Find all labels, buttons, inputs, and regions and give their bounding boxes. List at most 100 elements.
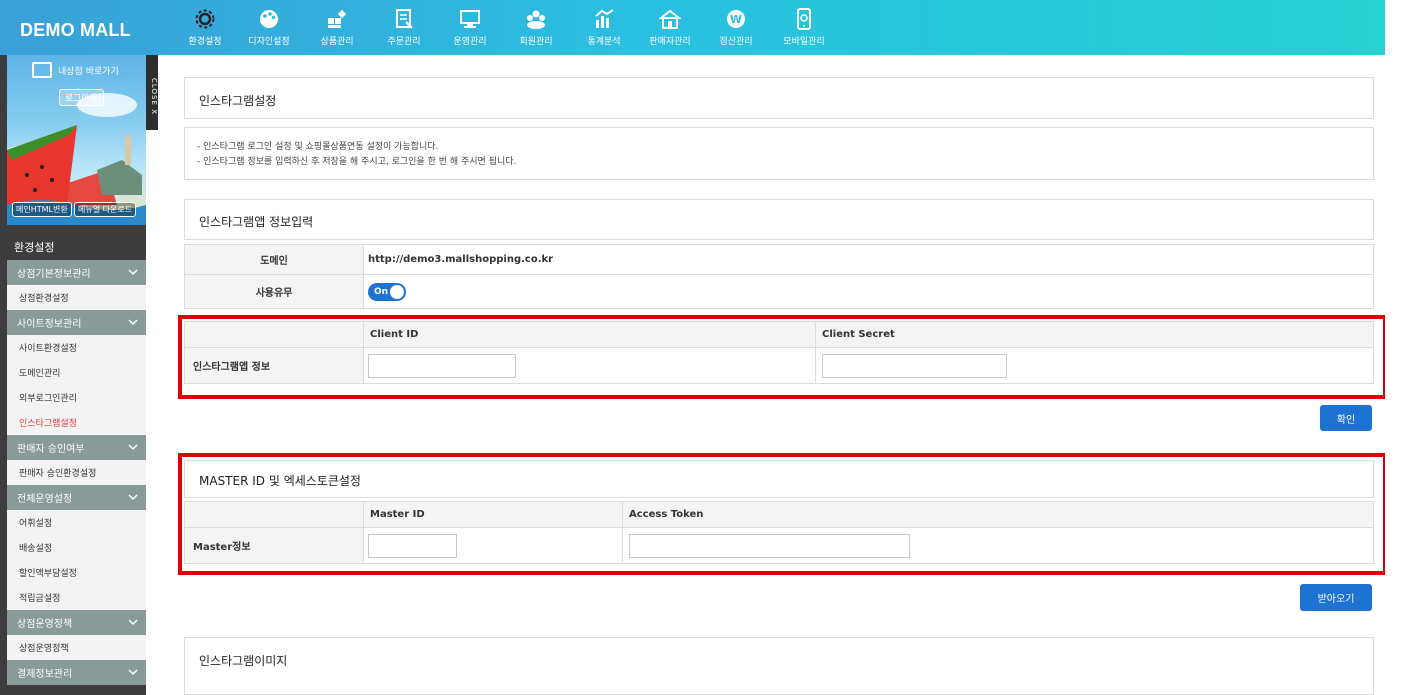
summer-illustration xyxy=(7,93,146,225)
nav-item[interactable]: 주문관리 xyxy=(372,8,436,47)
nav-item-label: 판매자관리 xyxy=(649,37,691,47)
chevron-down-icon xyxy=(128,319,138,326)
monitor-icon xyxy=(460,10,480,28)
sidebar-menu-item[interactable]: 도메인관리 xyxy=(7,360,146,385)
menu-label: 배송설정 xyxy=(19,544,53,554)
section-title: 인스타그램앱 정보입력 xyxy=(199,215,314,229)
sidebar-close-tab[interactable]: CLOSE X xyxy=(146,55,158,130)
domain-value: http://demo3.mallshopping.co.kr xyxy=(363,244,1374,275)
page-title-box: 인스타그램설정 xyxy=(184,77,1374,119)
nav-item[interactable]: 상품관리 xyxy=(305,8,369,47)
notice-line: - 인스타그램 로그인 설정 및 쇼핑몰상품연동 설정이 가능합니다. xyxy=(197,142,439,152)
menu-label: 사이트환경설정 xyxy=(19,344,77,354)
sidebar-menu-item[interactable]: 배송설정 xyxy=(7,535,146,560)
sidebar-menu-item[interactable]: 판매자 승인환경설정 xyxy=(7,460,146,485)
sidebar-menu-item[interactable]: 사이트환경설정 xyxy=(7,335,146,360)
sidebar-menu-group[interactable]: 판매자 승인여부 xyxy=(7,435,146,460)
chevron-down-icon xyxy=(128,269,138,276)
nav-item[interactable]: 운영관리 xyxy=(438,8,502,47)
toggle-knob xyxy=(390,284,404,299)
palette-icon xyxy=(260,10,278,28)
menu-label: 도메인관리 xyxy=(19,369,61,379)
sidebar-menu: 상점기본정보관리상점환경설정사이트정보관리사이트환경설정도메인관리외부로그인관리… xyxy=(7,260,146,685)
shop-shortcut-link[interactable]: 내상점 바로가기 xyxy=(32,62,119,78)
nav-item-label: 통계분석 xyxy=(587,37,621,47)
seller-icon xyxy=(659,9,681,29)
order-icon xyxy=(396,9,413,29)
menu-label: 사이트정보관리 xyxy=(17,319,82,330)
nav-item-label: 회원관리 xyxy=(519,37,553,47)
members-icon xyxy=(527,10,545,29)
menu-label: 인스타그램설정 xyxy=(19,419,77,429)
instagram-image-section: 인스타그램이미지 xyxy=(184,637,1374,695)
nav-item[interactable]: 회원관리 xyxy=(504,8,568,47)
mobile-icon xyxy=(797,8,811,30)
sidebar-menu-group[interactable]: 사이트정보관리 xyxy=(7,310,146,335)
chevron-down-icon xyxy=(128,669,138,676)
sidebar-section-title: 환경설정 xyxy=(14,241,55,254)
nav-item-label: 모바일관리 xyxy=(783,37,825,47)
nav-item-label: 환경설정 xyxy=(188,37,222,47)
menu-label: 결제정보관리 xyxy=(17,669,73,680)
storefront-icon xyxy=(32,62,52,78)
nav-item[interactable]: 판매자관리 xyxy=(638,8,702,47)
sidebar-menu-item[interactable]: 할인액부담설정 xyxy=(7,560,146,585)
nav-item-label: 상품관리 xyxy=(320,37,354,47)
sidebar-menu-item[interactable]: 외부로그인관리 xyxy=(7,385,146,410)
nav-item[interactable]: 모바일관리 xyxy=(772,8,836,47)
sidebar-menu-group[interactable]: 상점기본정보관리 xyxy=(7,260,146,285)
app-settings-table: 도메인 http://demo3.mallshopping.co.kr 사용유무… xyxy=(184,244,1374,309)
sidebar-banner: 내상점 바로가기 로그아웃 메인HTML변환 메뉴얼 다운로드 xyxy=(7,55,146,225)
sidebar: 내상점 바로가기 로그아웃 메인HTML변환 메뉴얼 다운로드 환경설정 상점기… xyxy=(0,55,146,695)
top-navigation-bar: DEMO MALL 환경설정 디자인설정 상품관리 주문관리 운영관리 회원관리 통계분석 판… xyxy=(0,0,1385,55)
manual-download-button[interactable]: 메뉴얼 다운로드 xyxy=(74,202,137,217)
page-title: 인스타그램설정 xyxy=(199,94,277,108)
app-info-section-header: 인스타그램앱 정보입력 xyxy=(184,199,1374,240)
menu-label: 적립금설정 xyxy=(19,594,61,604)
use-label: 사용유무 xyxy=(184,274,364,309)
scrollbar-gutter xyxy=(1385,0,1403,695)
nav-item[interactable]: 환경설정 xyxy=(173,8,237,47)
nav-item[interactable]: 통계분석 xyxy=(572,8,636,47)
sidebar-menu-item[interactable]: 인스타그램설정 xyxy=(7,410,146,435)
chevron-down-icon xyxy=(128,444,138,451)
nav-item-label: 주문관리 xyxy=(387,37,421,47)
nav-item-label: 운영관리 xyxy=(453,37,487,47)
use-toggle[interactable]: On xyxy=(368,282,406,301)
sidebar-menu-item[interactable]: 상점운영정책 xyxy=(7,635,146,660)
sidebar-menu-item[interactable]: 적립금설정 xyxy=(7,585,146,610)
menu-label: 상점기본정보관리 xyxy=(17,269,91,280)
stats-icon xyxy=(595,9,614,28)
highlight-frame xyxy=(178,453,1387,575)
menu-label: 판매자 승인환경설정 xyxy=(19,469,97,479)
menu-label: 상점환경설정 xyxy=(19,294,69,304)
gear-icon xyxy=(195,9,215,29)
sidebar-menu-group[interactable]: 전체운영설정 xyxy=(7,485,146,510)
confirm-button[interactable]: 확인 xyxy=(1320,405,1372,431)
products-icon xyxy=(328,9,347,28)
nav-item[interactable]: W 정산관리 xyxy=(704,8,768,47)
menu-label: 상점운영정책 xyxy=(19,644,69,654)
menu-label: 할인액부담설정 xyxy=(19,569,77,579)
nav-item-label: 정산관리 xyxy=(719,37,753,47)
main-html-convert-button[interactable]: 메인HTML변환 xyxy=(12,202,72,217)
app-logo[interactable]: DEMO MALL xyxy=(20,20,131,41)
menu-label: 외부로그인관리 xyxy=(19,394,77,404)
menu-label: 전체운영설정 xyxy=(17,494,73,505)
sidebar-menu-group[interactable]: 상점운영정책 xyxy=(7,610,146,635)
notice-box: - 인스타그램 로그인 설정 및 쇼핑몰상품연동 설정이 가능합니다. - 인스… xyxy=(184,127,1374,180)
main-content: 인스타그램설정 - 인스타그램 로그인 설정 및 쇼핑몰상품연동 설정이 가능합… xyxy=(165,55,1387,695)
menu-label: 어휘설정 xyxy=(19,519,53,529)
logout-button[interactable]: 로그아웃 xyxy=(59,89,105,106)
sidebar-menu-item[interactable]: 어휘설정 xyxy=(7,510,146,535)
notice-line: - 인스타그램 정보를 입력하신 후 저장을 해 주시고, 로그인을 한 번 해… xyxy=(197,157,517,167)
section-title: 인스타그램이미지 xyxy=(199,654,288,668)
chevron-down-icon xyxy=(128,619,138,626)
fetch-button[interactable]: 받아오기 xyxy=(1300,584,1372,611)
sidebar-menu-group[interactable]: 결제정보관리 xyxy=(7,660,146,685)
nav-item[interactable]: 디자인설정 xyxy=(237,8,301,47)
nav-item-label: 디자인설정 xyxy=(248,37,290,47)
menu-label: 판매자 승인여부 xyxy=(17,444,85,455)
sidebar-menu-item[interactable]: 상점환경설정 xyxy=(7,285,146,310)
settlement-icon: W xyxy=(727,10,745,28)
